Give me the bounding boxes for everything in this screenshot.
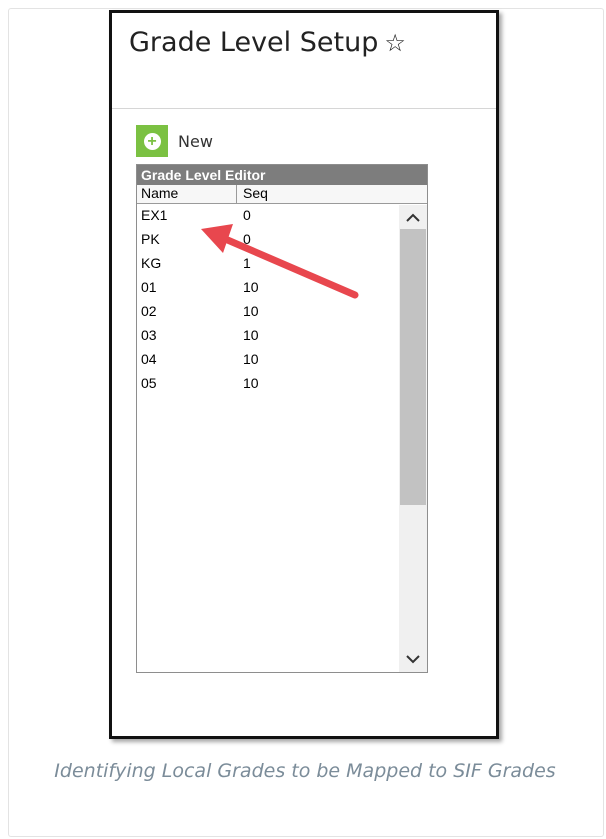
figure-caption: Identifying Local Grades to be Mapped to…: [54, 760, 556, 782]
table-row[interactable]: EX1 0: [137, 205, 399, 229]
table-row[interactable]: PK 0: [137, 229, 399, 253]
plus-circle-icon: +: [143, 132, 161, 150]
table-row[interactable]: 01 10: [137, 277, 399, 301]
row-name: 03: [141, 327, 157, 343]
row-seq: 1: [243, 255, 251, 271]
vertical-scrollbar[interactable]: [399, 205, 427, 672]
row-seq: 10: [243, 303, 259, 319]
table-row[interactable]: 03 10: [137, 325, 399, 349]
row-seq: 10: [243, 279, 259, 295]
new-button-label: New: [178, 131, 213, 151]
row-seq: 10: [243, 327, 259, 343]
row-seq: 0: [243, 231, 251, 247]
table-row[interactable]: 04 10: [137, 349, 399, 373]
row-seq: 10: [243, 375, 259, 391]
column-header-seq[interactable]: Seq: [237, 185, 268, 203]
screenshot-frame: Grade Level Setup ☆ + New Grade Level Edi…: [109, 10, 499, 739]
scroll-down-icon[interactable]: [399, 648, 427, 670]
header-divider: [112, 108, 496, 109]
row-name: PK: [141, 231, 160, 247]
row-name: EX1: [141, 207, 168, 223]
editor-title: Grade Level Editor: [137, 165, 427, 185]
table-row[interactable]: 02 10: [137, 301, 399, 325]
row-seq: 10: [243, 351, 259, 367]
row-seq: 0: [243, 207, 251, 223]
scroll-up-icon[interactable]: [399, 207, 427, 229]
scrollbar-thumb[interactable]: [400, 229, 426, 505]
column-headers: Name Seq: [137, 185, 427, 204]
row-name: 01: [141, 279, 157, 295]
table-row[interactable]: 05 10: [137, 373, 399, 397]
row-name: 02: [141, 303, 157, 319]
row-name: KG: [141, 255, 162, 271]
column-header-name[interactable]: Name: [137, 185, 237, 203]
new-button-icon-box[interactable]: +: [136, 125, 168, 157]
star-outline-icon[interactable]: ☆: [384, 29, 406, 57]
page-title-text: Grade Level Setup: [129, 27, 379, 58]
row-name: 04: [141, 351, 157, 367]
grade-level-editor: Grade Level Editor Name Seq EX1 0 PK 0 KG 1…: [136, 164, 428, 673]
page-title: Grade Level Setup ☆: [129, 27, 406, 58]
grade-list: EX1 0 PK 0 KG 1 01 10 02 10 03 10 04 10 05 10: [137, 205, 399, 397]
row-name: 05: [141, 375, 157, 391]
table-row[interactable]: KG 1: [137, 253, 399, 277]
new-button[interactable]: + New: [136, 125, 213, 157]
